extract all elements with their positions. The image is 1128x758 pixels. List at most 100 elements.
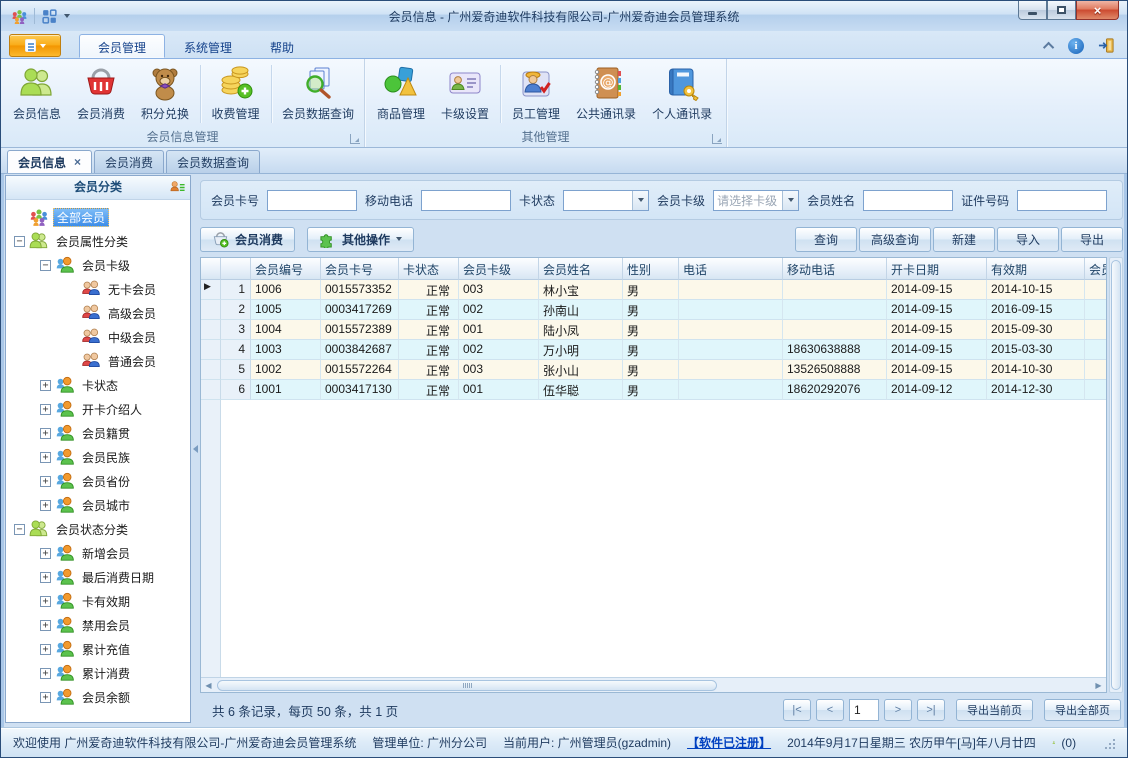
tree-expander-icon[interactable]: + [40, 571, 51, 583]
tree-expander-icon[interactable]: + [40, 451, 51, 463]
tree-item[interactable]: − 会员状态分类 [6, 517, 190, 541]
grid-header-cell[interactable]: 会员卡级 [459, 258, 539, 280]
vertical-scroll-thumb[interactable] [1111, 260, 1121, 690]
ribbon-button-staff[interactable]: 员工管理 [504, 61, 568, 127]
member-consume-button[interactable]: 会员消费 [200, 226, 296, 252]
button-导出[interactable]: 导出 [1061, 226, 1123, 252]
tree-expander-icon[interactable]: − [40, 259, 51, 271]
doc-tab-member-consume[interactable]: 会员消费 [94, 150, 165, 173]
tree-item[interactable]: + 新增会员 [6, 541, 190, 565]
export-current-page-button[interactable]: 导出当前页 [956, 699, 1033, 721]
tree-item[interactable]: + 累计充值 [6, 637, 190, 661]
grid-header-cell[interactable]: 电话 [679, 258, 783, 280]
tree-item[interactable]: + 卡状态 [6, 373, 190, 397]
tree-item[interactable]: 普通会员 [6, 349, 190, 373]
prev-page-button[interactable]: < [816, 699, 844, 721]
tree-item[interactable]: 全部会员 [6, 205, 190, 229]
tree-item[interactable]: + 会员民族 [6, 445, 190, 469]
tree-item[interactable]: + 会员城市 [6, 493, 190, 517]
tree-expander-icon[interactable]: − [14, 235, 25, 247]
grid-header-cell[interactable]: 性别 [623, 258, 679, 280]
collapse-sidebar-icon[interactable] [193, 445, 198, 453]
person-icon[interactable] [1052, 735, 1056, 750]
tree-expander-icon[interactable]: + [40, 643, 51, 655]
table-row[interactable]: 6 1001 0003417130 正常 001 伍华聪男 18620292076 2014-… [201, 380, 1106, 400]
ribbon-button-doc-search[interactable]: 会员数据查询 [274, 61, 362, 127]
filter-input-移动电话[interactable] [421, 189, 512, 211]
grid-header-indicator[interactable] [201, 258, 221, 280]
other-operations-button[interactable]: 其他操作 [307, 226, 415, 252]
ribbon-button-personal-book[interactable]: 个人通讯录 [644, 61, 720, 127]
filter-combo-会员卡级[interactable]: 请选择卡级 [713, 189, 800, 211]
grid-header-cell[interactable]: 卡状态 [399, 258, 459, 280]
combo-dropdown-icon[interactable] [782, 190, 799, 210]
ribbon-tab-system-management[interactable]: 系统管理 [165, 34, 251, 58]
tree-expander-icon[interactable]: + [40, 499, 51, 511]
exit-icon[interactable] [1098, 37, 1115, 54]
next-page-button[interactable]: > [884, 699, 912, 721]
member-list-icon[interactable] [169, 179, 186, 196]
tree-expander-icon[interactable]: + [40, 619, 51, 631]
horizontal-scroll-thumb[interactable] [217, 679, 717, 691]
page-number-input[interactable] [849, 699, 879, 721]
tree-expander-icon[interactable]: + [40, 403, 51, 415]
grid-header-cell[interactable]: 移动电话 [783, 258, 887, 280]
ribbon-button-teddy[interactable]: 积分兑换 [133, 61, 197, 127]
dialog-launcher-icon[interactable] [350, 134, 360, 144]
button-查询[interactable]: 查询 [794, 226, 857, 252]
tree-expander-icon[interactable]: + [40, 667, 51, 679]
horizontal-scrollbar[interactable]: ◀ ▶ [201, 677, 1106, 692]
grid-header-cell[interactable]: 开卡日期 [887, 258, 987, 280]
filter-input-证件号码[interactable] [1017, 189, 1108, 211]
table-row[interactable]: 2 1005 0003417269 正常 002 孙南山男 2014-09-15 2016-0… [201, 300, 1106, 320]
tree-expander-icon[interactable]: + [40, 547, 51, 559]
ribbon-button-shapes[interactable]: 商品管理 [369, 61, 433, 127]
minimize-button[interactable] [1018, 1, 1047, 20]
tree-item[interactable]: 无卡会员 [6, 277, 190, 301]
first-page-button[interactable]: |< [783, 699, 811, 721]
registered-link[interactable]: 【软件已注册】 [687, 734, 771, 751]
quick-access-dropdown-icon[interactable] [64, 14, 70, 18]
tree-item[interactable]: + 累计消费 [6, 661, 190, 685]
tree-item[interactable]: − 会员属性分类 [6, 229, 190, 253]
ribbon-button-members[interactable]: 会员信息 [5, 61, 69, 127]
dialog-launcher-icon[interactable] [712, 134, 722, 144]
tree-expander-icon[interactable]: + [40, 595, 51, 607]
grid-header-cell[interactable]: 会员 [1085, 258, 1106, 280]
tree-item[interactable]: + 会员余额 [6, 685, 190, 709]
info-icon[interactable]: i [1068, 37, 1084, 54]
application-menu-button[interactable] [9, 34, 61, 57]
tree-expander-icon[interactable]: − [14, 523, 25, 535]
tree-item[interactable]: 高级会员 [6, 301, 190, 325]
tree-item[interactable]: + 禁用会员 [6, 613, 190, 637]
filter-input-会员姓名[interactable] [863, 189, 954, 211]
grid-header-cell[interactable]: 会员卡号 [321, 258, 399, 280]
restore-button[interactable] [1047, 1, 1076, 20]
table-row[interactable]: 4 1003 0003842687 正常 002 万小明男 18630638888 2014-… [201, 340, 1106, 360]
doc-tab-member-info[interactable]: 会员信息 × [7, 150, 93, 173]
last-page-button[interactable]: >| [917, 699, 945, 721]
grid-header-cell[interactable]: 有效期 [987, 258, 1085, 280]
scroll-right-icon[interactable]: ▶ [1091, 678, 1106, 692]
tree-item[interactable]: + 开卡介绍人 [6, 397, 190, 421]
button-高级查询[interactable]: 高级查询 [858, 226, 931, 252]
tree-item[interactable]: + 会员省份 [6, 469, 190, 493]
vertical-scrollbar[interactable] [1109, 257, 1123, 693]
button-新建[interactable]: 新建 [933, 226, 995, 252]
tree-item[interactable]: + 卡有效期 [6, 589, 190, 613]
app-logo-icon[interactable] [11, 8, 28, 25]
combo-dropdown-icon[interactable] [632, 190, 649, 210]
button-导入[interactable]: 导入 [997, 226, 1059, 252]
table-row[interactable]: 5 1002 0015572264 正常 003 张小山男 13526508888 2014-… [201, 360, 1106, 380]
grid-header-cell[interactable]: 会员编号 [251, 258, 321, 280]
grid-header-rownum[interactable] [221, 258, 251, 280]
tree-item[interactable]: + 会员籍贯 [6, 421, 190, 445]
ribbon-button-coins[interactable]: 收费管理 [204, 61, 268, 127]
ribbon-tab-help[interactable]: 帮助 [251, 34, 313, 58]
ribbon-button-address-book[interactable]: @ 公共通讯录 [568, 61, 644, 127]
table-row[interactable]: 3 1004 0015572389 正常 001 陆小凤男 2014-09-15 2015-0… [201, 320, 1106, 340]
ribbon-tab-member-management[interactable]: 会员管理 [79, 34, 166, 58]
close-tab-icon[interactable]: × [74, 156, 81, 168]
tree-item[interactable]: 中级会员 [6, 325, 190, 349]
table-row[interactable]: ▶ 1 1006 0015573352 正常 003 林小宝男 2014-09-15 2014-… [201, 280, 1106, 300]
